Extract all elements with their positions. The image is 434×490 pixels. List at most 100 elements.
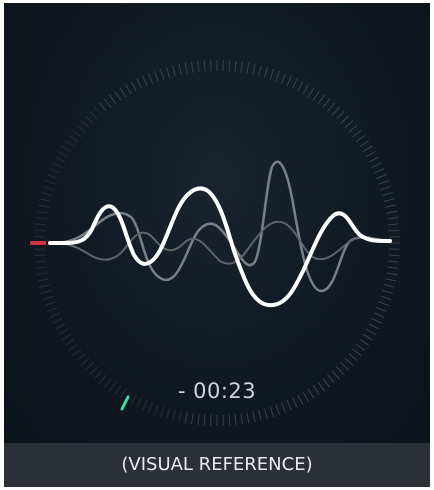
ring-tick xyxy=(197,60,200,72)
ring-tick xyxy=(371,162,382,169)
ring-tick xyxy=(368,323,379,330)
ring-tick xyxy=(383,284,395,288)
ring-tick xyxy=(184,62,188,74)
ring-tick xyxy=(37,278,49,282)
ring-tick xyxy=(373,168,385,174)
ring-tick xyxy=(80,120,90,129)
ring-tick xyxy=(362,333,373,341)
ring-tick xyxy=(352,129,362,138)
ring-tick xyxy=(275,70,281,82)
ring-tick xyxy=(275,404,281,416)
ring-tick xyxy=(240,61,243,73)
ring-tick xyxy=(159,406,165,418)
ring-tick xyxy=(340,362,349,371)
ring-tick xyxy=(197,414,200,426)
ring-tick xyxy=(388,223,400,226)
ring-tick xyxy=(355,343,366,351)
ring-tick xyxy=(58,328,69,335)
ring-tick xyxy=(331,370,340,380)
ring-tick xyxy=(280,73,287,84)
playhead-marker xyxy=(30,241,46,245)
ring-tick xyxy=(61,145,72,153)
ring-tick xyxy=(85,362,94,371)
ring-tick xyxy=(42,295,54,301)
ring-tick xyxy=(52,162,63,169)
ring-tick xyxy=(34,254,46,257)
ring-tick xyxy=(76,353,86,362)
ring-tick xyxy=(234,60,237,72)
ring-tick xyxy=(383,198,395,202)
ring-tick xyxy=(34,260,46,263)
ring-tick xyxy=(317,94,325,105)
ring-tick xyxy=(65,338,75,346)
ring-tick xyxy=(252,63,256,75)
ring-tick xyxy=(89,366,98,375)
ring-tick xyxy=(388,254,400,257)
ring-tick xyxy=(387,217,399,220)
ring-tick xyxy=(352,348,362,357)
ring-tick xyxy=(172,65,176,77)
ring-tick xyxy=(286,75,292,87)
ring-tick xyxy=(280,402,287,413)
ring-tick xyxy=(166,408,171,420)
ring-tick xyxy=(153,70,159,82)
ring-tick xyxy=(388,229,400,232)
ring-tick xyxy=(68,343,79,351)
ring-tick xyxy=(240,413,243,425)
ring-tick xyxy=(44,179,56,185)
ring-tick xyxy=(362,145,373,153)
ring-tick xyxy=(258,409,262,421)
ring-tick xyxy=(340,115,349,124)
ring-tick xyxy=(68,135,79,143)
ring-tick xyxy=(376,306,387,313)
ring-tick xyxy=(72,348,82,357)
ring-tick xyxy=(153,404,159,416)
ring-tick xyxy=(246,412,250,424)
ring-tick xyxy=(388,260,400,263)
ring-tick xyxy=(37,204,49,208)
ring-tick xyxy=(191,61,194,73)
ring-tick xyxy=(47,173,58,180)
ring-tick xyxy=(348,353,358,362)
ring-tick xyxy=(385,278,397,282)
screenshot-frame: - 00:23 (VISUAL REFERENCE) xyxy=(0,0,434,490)
ring-tick xyxy=(61,333,72,341)
ring-tick xyxy=(166,66,171,78)
ring-tick xyxy=(34,229,46,232)
ring-tick xyxy=(40,192,52,197)
ring-tick xyxy=(119,87,127,98)
ring-tick xyxy=(36,210,48,214)
ring-tick xyxy=(40,289,52,294)
ring-tick xyxy=(136,78,143,89)
ring-tick xyxy=(130,81,137,92)
ring-tick xyxy=(178,411,182,423)
ring-tick xyxy=(378,301,390,307)
ring-tick xyxy=(302,84,309,95)
ring-tick xyxy=(380,185,392,191)
ring-tick xyxy=(203,414,206,426)
ring-tick xyxy=(76,124,86,133)
ring-tick xyxy=(387,266,399,269)
ring-tick xyxy=(39,198,51,202)
ring-tick xyxy=(327,102,336,112)
ring-tick xyxy=(371,317,382,324)
ring-tick xyxy=(258,65,262,77)
ring-tick xyxy=(336,366,345,375)
ring-tick xyxy=(359,140,369,148)
ring-tick xyxy=(348,124,358,133)
ring-tick xyxy=(269,68,275,80)
ring-tick xyxy=(355,135,366,143)
ring-tick xyxy=(246,62,250,74)
ring-tick xyxy=(178,63,182,75)
ring-tick xyxy=(312,91,320,101)
ring-tick xyxy=(49,312,61,318)
ring-tick xyxy=(373,312,385,318)
ring-tick xyxy=(58,151,69,158)
ring-tick xyxy=(89,111,98,120)
caption-bar: (VISUAL REFERENCE) xyxy=(4,443,430,487)
ring-tick xyxy=(55,323,66,330)
ring-tick xyxy=(336,111,345,120)
ring-tick xyxy=(344,357,354,366)
ring-tick xyxy=(80,357,90,366)
ring-tick xyxy=(376,173,387,180)
